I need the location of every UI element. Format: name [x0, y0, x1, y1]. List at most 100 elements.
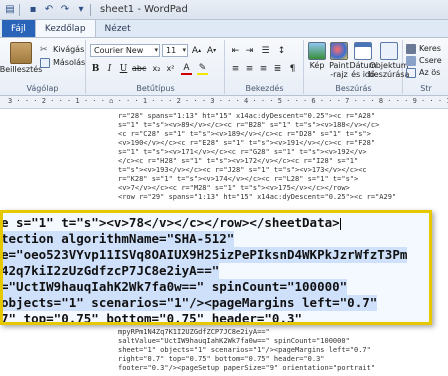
shrink-font-button[interactable]: A ▾ [206, 44, 217, 57]
ruler-scale: 3 · · · 2 · · · 1 · · · ⌂ · · · 1 · · · … [8, 97, 448, 105]
chevron-down-icon: ▾ [154, 46, 158, 54]
ribbon-tabs: Fájl Kezdőlap Nézet [0, 19, 448, 38]
document-line: s="1" t="s"><v>171</v></c><c r="G28" s="… [118, 148, 367, 156]
zoom-line: objects="1" scenarios="1"/><pageMargins … [1, 295, 378, 311]
font-group: Courier New ▾ 11 ▾ A ▴ A ▾ B I U abc x₂ x²… [87, 40, 225, 94]
font-family-select[interactable]: Courier New ▾ [90, 44, 160, 57]
font-size-select[interactable]: 11 ▾ [162, 44, 188, 57]
select-all-label: Az ös [419, 68, 441, 77]
font-group-label: Betűtípus [136, 84, 175, 93]
paragraph-settings-icon[interactable]: ¶ [287, 62, 298, 75]
document-line: s="1" t="s"><v>89</v></c><c r="B28" s="1… [118, 121, 380, 129]
picture-button[interactable]: Kép [307, 42, 327, 70]
paste-button[interactable]: Beillesztés [0, 42, 42, 74]
ruler[interactable]: 3 · · · 2 · · · 1 · · · ⌂ · · · 1 · · · … [0, 96, 448, 109]
separator [19, 3, 20, 16]
align-left-icon[interactable]: ≡ [230, 62, 241, 75]
insert-group-label: Beszúrás [335, 84, 372, 93]
document-line: <c r="C28" s="1" t="s"><v>189</v></c><c … [118, 130, 371, 138]
quick-access-dropdown-icon[interactable]: ▾ [75, 4, 87, 16]
subscript-button[interactable]: x₂ [151, 62, 162, 75]
ribbon: Beillesztés ✂ Kivágás Másolás Vágólap Co… [0, 38, 448, 96]
document-line: footer="0.3"/><pageSetup paperSize="9" o… [118, 364, 376, 372]
italic-button[interactable]: I [104, 62, 115, 75]
line-spacing-icon[interactable]: ↕ [276, 44, 287, 57]
zoom-line: e s="1" t="s"><v>78</v></c></row></sheet… [1, 215, 341, 231]
zoom-callout: e s="1" t="s"><v>78</v></c></row></sheet… [0, 210, 432, 325]
editing-group: Keres Csere Az ös Str [404, 40, 448, 94]
zoom-line: tection algorithmName="SHA-512" [1, 231, 235, 247]
grow-font-button[interactable]: A ▴ [191, 44, 202, 57]
insert-object-button[interactable]: Objektum beszúrása [369, 42, 409, 79]
document-line: right="0.7" top="0.75" bottom="0.75" hea… [118, 355, 325, 363]
font-family-value: Courier New [94, 46, 144, 55]
replace-label: Csere [419, 56, 442, 65]
zoom-line: 7" top="0.75" bottom="0.75" header="0.3" [1, 311, 303, 325]
zoom-line-text: e s="1" t="s"><v>78</v></c></row></sheet… [1, 215, 340, 230]
wordpad-app-icon[interactable]: ▤ [4, 4, 16, 16]
binoculars-icon [406, 43, 416, 54]
replace-button[interactable]: Csere [406, 55, 442, 66]
scissors-icon: ✂ [40, 44, 48, 55]
clipboard-group-label: Vágólap [26, 84, 59, 93]
tab-home[interactable]: Kezdőlap [34, 19, 96, 37]
tab-view[interactable]: Nézet [96, 20, 140, 37]
paragraph-group: ⇤ ⇥ ☰ ↕ ≡ ≡ ≡ ≣ ¶ Bekezdés [226, 40, 304, 94]
separator [90, 3, 91, 16]
bullet-list-icon[interactable]: ☰ [260, 44, 271, 57]
copy-button[interactable]: Másolás [40, 57, 85, 68]
paint-label-2: -rajz [330, 70, 348, 79]
clipboard-group: Beillesztés ✂ Kivágás Másolás Vágólap [0, 40, 86, 94]
window-title: sheet1 - WordPad [100, 4, 188, 15]
paint-icon [330, 42, 348, 60]
document-line: <row r="29" spans="1:13" ht="15" x14ac:d… [118, 193, 397, 201]
text-color-button[interactable]: A [181, 62, 192, 75]
object-icon [380, 42, 398, 60]
zoom-line: ="UctIW9hauqIahK2Wk7fa0w==" spinCount="1… [1, 279, 348, 295]
cut-button[interactable]: ✂ Kivágás [40, 44, 84, 55]
insert-group: Kép Paint -rajz Dátum és idő Objektum be… [305, 40, 409, 94]
copy-icon [40, 57, 50, 68]
zoom-content: e s="1" t="s"><v>78</v></c></row></sheet… [3, 213, 429, 322]
justify-icon[interactable]: ≣ [272, 62, 283, 75]
copy-label: Másolás [53, 58, 86, 67]
zoom-line: e="oeo523VYvp11ISVq8OAIUX9H25izPePIksnD4… [1, 247, 408, 263]
strikethrough-button[interactable]: abc [132, 62, 146, 75]
picture-label: Kép [309, 61, 325, 70]
document-line: mpyRPm1N4Zq7K1I2UZGdfZCP7JC8e2iyA==" [118, 328, 270, 336]
object-label-1: Objektum [369, 61, 409, 70]
title-bar: ▤ ▪ ↶ ↷ ▾ sheet1 - WordPad [0, 0, 448, 20]
align-right-icon[interactable]: ≡ [258, 62, 269, 75]
superscript-button[interactable]: x² [165, 62, 176, 75]
document-line: <v>7</v></c><c r="M28" s="1" t="s"><v>17… [118, 184, 350, 192]
replace-icon [406, 55, 416, 66]
document-line: </c><c r="H28" s="1" t="s"><v>172</v></c… [118, 157, 359, 165]
cut-label: Kivágás [53, 45, 85, 54]
document-line: saltValue="UctIW9hauqIahK2Wk7fa0w==" spi… [118, 337, 350, 345]
chevron-down-icon: ▾ [182, 46, 186, 54]
align-center-icon[interactable]: ≡ [244, 62, 255, 75]
decrease-indent-icon[interactable]: ⇤ [230, 44, 241, 57]
select-all-button[interactable]: Az ös [406, 67, 440, 78]
increase-indent-icon[interactable]: ⇥ [244, 44, 255, 57]
redo-icon[interactable]: ↷ [59, 4, 71, 16]
font-size-value: 11 [166, 46, 177, 55]
picture-icon [308, 42, 326, 60]
document-line: t="s"><v>193</v></c><c r="J28" s="1" t="… [118, 166, 367, 174]
paragraph-group-label: Bekezdés [245, 84, 284, 93]
paint-drawing-button[interactable]: Paint -rajz [328, 42, 350, 79]
bold-button[interactable]: B [90, 62, 101, 75]
find-button[interactable]: Keres [406, 43, 441, 54]
highlight-color-button[interactable]: ✎ [197, 62, 208, 75]
undo-icon[interactable]: ↶ [43, 4, 55, 16]
tab-file[interactable]: Fájl [2, 20, 35, 37]
underline-button[interactable]: U [118, 62, 129, 75]
document-line: <v>190</v></c><c r="E28" s="1" t="s"><v>… [118, 139, 376, 147]
paste-icon [10, 42, 32, 64]
document-line: r="28" spans="1:13" ht="15" x14ac:dyDesc… [118, 112, 376, 120]
calendar-icon [354, 42, 372, 60]
save-icon[interactable]: ▪ [27, 4, 39, 16]
zoom-line: 42q7kiI2zUzGdfzcP7JC8e2iyA==" [1, 263, 220, 279]
text-cursor [339, 217, 341, 230]
document-line: r="K28" s="1" t="s"><v>174</v></c><c r="… [118, 175, 359, 183]
